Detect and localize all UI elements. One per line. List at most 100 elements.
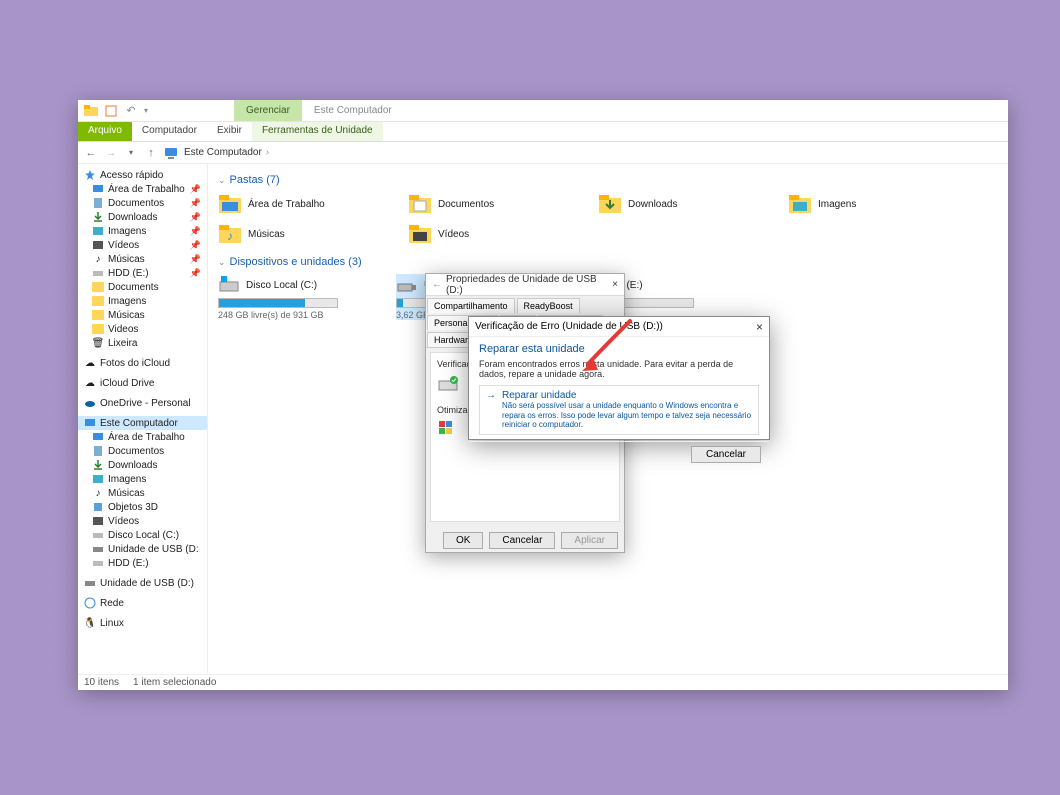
tab-readyboost[interactable]: ReadyBoost [517,298,580,313]
pin-icon: 📌 [190,268,201,279]
sidebar-item-documents2[interactable]: Documents [78,280,207,294]
undo-icon[interactable]: ↶ [124,104,138,118]
folder-documents[interactable]: Documentos [408,192,558,216]
tab-view[interactable]: Exibir [207,122,252,141]
cancel-button[interactable]: Cancelar [691,446,761,463]
explorer-icon [84,104,98,118]
sidebar-item-music[interactable]: ♪Músicas📌 [78,252,207,266]
ok-button[interactable]: OK [443,532,483,549]
status-selected-count: 1 item selecionado [133,677,216,688]
recent-dropdown-icon[interactable]: ▾ [124,146,138,160]
sidebar-quick-access[interactable]: Acesso rápido [78,168,207,182]
sidebar-pc-usb-d[interactable]: Unidade de USB (D: [78,542,207,556]
address-bar: ← → ▾ ↑ Este Computador › [78,142,1008,164]
manage-contextual-tab[interactable]: Gerenciar [234,100,302,121]
folder-icon [218,192,242,216]
sidebar-pc-videos[interactable]: Vídeos [78,514,207,528]
forward-button[interactable]: → [104,146,118,160]
properties-dialog-titlebar[interactable]: ← Propriedades de Unidade de USB (D:) × [426,274,624,296]
sidebar-item-images[interactable]: Imagens📌 [78,224,207,238]
video-icon [92,239,104,251]
sidebar-pc-downloads[interactable]: Downloads [78,458,207,472]
repair-message: Foram encontrados erros nesta unidade. P… [479,359,759,379]
desktop-icon [92,183,104,195]
document-icon [92,197,104,209]
sidebar-pc-desktop[interactable]: Área de Trabalho [78,430,207,444]
sidebar-item-videos[interactable]: Vídeos📌 [78,238,207,252]
hdd-icon [218,274,240,296]
back-button[interactable]: ← [84,146,98,160]
devices-section-header[interactable]: ⌄ Dispositivos e unidades (3) [218,256,998,268]
sidebar-item-documents[interactable]: Documentos📌 [78,196,207,210]
folder-icon: ♪ [218,222,242,246]
music-icon: ♪ [92,253,104,265]
drive-c[interactable]: Disco Local (C:) 248 GB livre(s) de 931 … [218,274,378,320]
sidebar-this-pc[interactable]: Este Computador [78,416,207,430]
sidebar-pc-hdd-e[interactable]: HDD (E:) [78,556,207,570]
chevron-right-icon[interactable]: › [266,147,269,158]
sidebar-item-videos2[interactable]: Videos [78,322,207,336]
sidebar-item-images2[interactable]: Imagens [78,294,207,308]
navigation-pane: Acesso rápido Área de Trabalho📌 Document… [78,164,208,674]
close-icon[interactable]: × [756,320,763,334]
tab-compartilhamento[interactable]: Compartilhamento [427,298,515,313]
folder-icon [92,323,104,335]
sidebar-icloud-drive[interactable]: ☁iCloud Drive [78,376,207,390]
sidebar-pc-c[interactable]: Disco Local (C:) [78,528,207,542]
cancel-button[interactable]: Cancelar [489,532,555,549]
svg-text:♪: ♪ [227,229,233,243]
back-arrow-icon[interactable]: ← [432,279,442,290]
close-icon[interactable]: × [612,279,618,290]
trash-icon: 🗑 [92,337,104,349]
pin-icon: 📌 [190,198,201,209]
sidebar-item-hdd-e[interactable]: HDD (E:)📌 [78,266,207,280]
properties-icon[interactable] [104,104,118,118]
usb-drive-icon [84,577,96,589]
tab-drive-tools[interactable]: Ferramentas de Unidade [252,122,383,141]
drive-icon [92,267,104,279]
window-title: Este Computador [302,100,404,121]
error-check-titlebar[interactable]: Verificação de Erro (Unidade de USB (D:)… [469,317,769,337]
folder-music[interactable]: ♪Músicas [218,222,368,246]
apply-button[interactable]: Aplicar [561,532,618,549]
breadcrumb[interactable]: Este Computador › [184,147,269,158]
qat-dropdown-icon[interactable]: ▾ [144,106,148,115]
sidebar-usb-d2[interactable]: Unidade de USB (D:) [78,576,207,590]
tab-computer[interactable]: Computador [132,122,207,141]
breadcrumb-root[interactable]: Este Computador [184,147,262,158]
repair-action[interactable]: → Reparar unidade Não será possível usar… [479,385,759,435]
sidebar-pc-3d[interactable]: Objetos 3D [78,500,207,514]
sidebar-item-desktop[interactable]: Área de Trabalho📌 [78,182,207,196]
sidebar-linux[interactable]: 🐧Linux [78,616,207,630]
sidebar-network[interactable]: Rede [78,596,207,610]
folder-downloads[interactable]: Downloads [598,192,748,216]
sidebar-pc-images[interactable]: Imagens [78,472,207,486]
pin-icon: 📌 [190,254,201,265]
sidebar-item-trash[interactable]: 🗑Lixeira [78,336,207,350]
tab-file[interactable]: Arquivo [78,122,132,141]
folder-icon [92,309,104,321]
titlebar: ↶ ▾ Gerenciar Este Computador [78,100,1008,122]
penguin-icon: 🐧 [84,617,96,629]
desktop-icon [92,431,104,443]
sidebar-onedrive[interactable]: OneDrive - Personal [78,396,207,410]
pin-icon: 📌 [190,184,201,195]
sidebar-item-music2[interactable]: Músicas [78,308,207,322]
status-bar: 10 itens 1 item selecionado [78,674,1008,690]
sidebar-item-downloads[interactable]: Downloads📌 [78,210,207,224]
ribbon-tabs: Arquivo Computador Exibir Ferramentas de… [78,122,1008,142]
drive-icon [92,529,104,541]
sidebar-pc-documents[interactable]: Documentos [78,444,207,458]
up-button[interactable]: ↑ [144,146,158,160]
folder-videos[interactable]: Vídeos [408,222,558,246]
quick-access-toolbar: ↶ ▾ [78,100,154,121]
folder-desktop[interactable]: Área de Trabalho [218,192,368,216]
sidebar-pc-music[interactable]: ♪Músicas [78,486,207,500]
folders-section-header[interactable]: ⌄ Pastas (7) [218,174,998,186]
folder-images[interactable]: Imagens [788,192,938,216]
arrow-right-icon: → [486,390,496,401]
document-icon [92,445,104,457]
video-icon [92,515,104,527]
cloud-icon: ☁ [84,357,96,369]
sidebar-icloud-photos[interactable]: ☁Fotos do iCloud [78,356,207,370]
